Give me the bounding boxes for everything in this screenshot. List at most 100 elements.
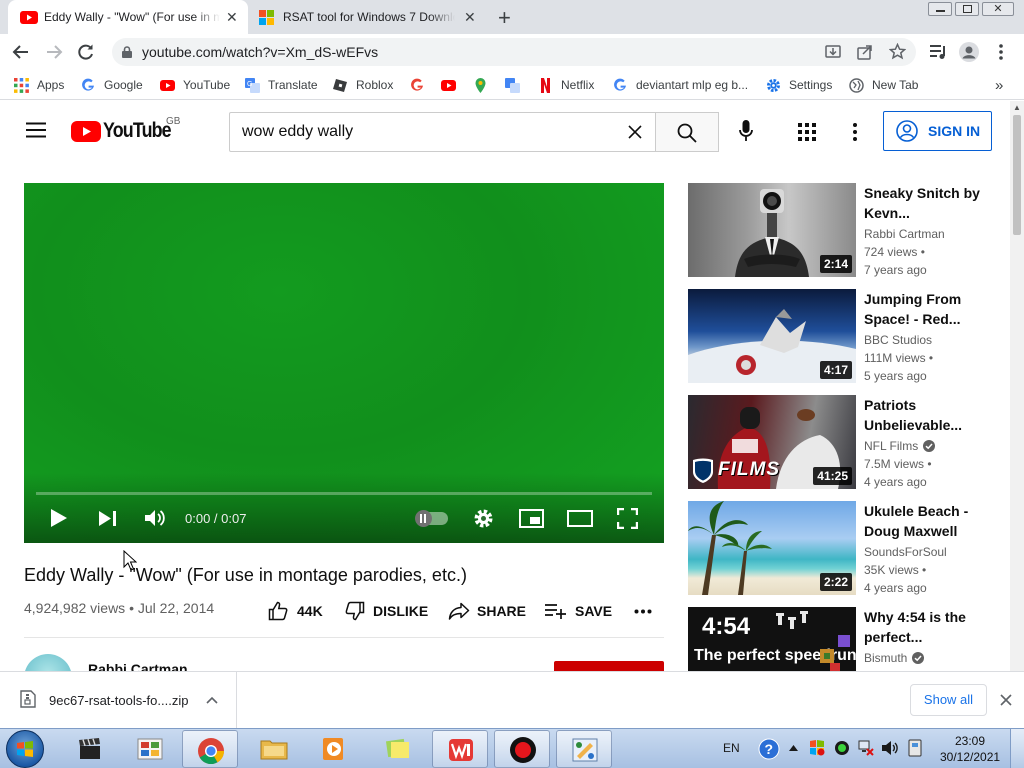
microphone-icon[interactable] — [739, 120, 753, 142]
speaker-icon[interactable] — [881, 740, 899, 756]
start-button[interactable] — [6, 730, 44, 768]
channel-name[interactable]: SoundsForSoul — [864, 545, 947, 559]
related-video[interactable]: FILMS 41:25 Patriots Unbelievable... NFL… — [688, 395, 1008, 491]
network-icon[interactable] — [858, 740, 874, 756]
tab-rsat[interactable]: RSAT tool for Windows 7 Download ✕ — [250, 0, 490, 34]
settings-gear-icon[interactable] — [473, 508, 494, 529]
related-video[interactable]: 4:54 The perfect speedrun Why 4:54 is th… — [688, 607, 1008, 671]
restore-button[interactable] — [955, 2, 979, 16]
progress-bar[interactable] — [36, 492, 652, 495]
play-icon[interactable] — [50, 508, 68, 528]
video-thumbnail[interactable]: 2:14 — [688, 183, 856, 277]
clock-time[interactable]: 23:09 — [955, 734, 985, 748]
channel-name[interactable]: NFL Films — [864, 439, 918, 453]
show-all-button[interactable]: Show all — [910, 684, 987, 716]
bookmark-google-2[interactable] — [410, 77, 433, 93]
search-input[interactable]: wow eddy wally — [229, 112, 656, 152]
theater-mode-icon[interactable] — [567, 510, 593, 527]
bookmark-apps[interactable]: Apps — [14, 77, 64, 93]
volume-icon[interactable] — [144, 509, 166, 527]
install-app-icon[interactable] — [825, 44, 841, 60]
close-download-bar-icon[interactable] — [1000, 694, 1012, 706]
bookmark-youtube-2[interactable] — [441, 77, 464, 93]
scrollbar-thumb[interactable] — [1013, 115, 1021, 235]
download-item[interactable]: 9ec67-rsat-tools-fo....zip — [0, 672, 237, 728]
channel-name[interactable]: Bismuth — [864, 651, 907, 665]
tray-expand-icon[interactable] — [789, 745, 798, 751]
next-video-icon[interactable] — [98, 510, 118, 527]
related-video[interactable]: 2:14 Sneaky Snitch by Kevn... Rabbi Cart… — [688, 183, 1008, 279]
video-player[interactable]: 0:00 / 0:07 — [24, 183, 664, 543]
miniplayer-icon[interactable] — [519, 509, 544, 528]
apps-icon[interactable] — [798, 123, 816, 141]
fullscreen-icon[interactable] — [617, 508, 638, 529]
bookmark-youtube[interactable]: YouTube — [160, 77, 230, 93]
taskbar-explorer[interactable] — [246, 730, 302, 768]
safely-remove-icon[interactable] — [906, 739, 924, 757]
search-button[interactable] — [655, 112, 719, 152]
bookmark-new-tab[interactable]: New Tab — [849, 77, 918, 93]
chrome-menu-icon[interactable] — [998, 44, 1004, 60]
taskbar-paint[interactable] — [556, 730, 612, 768]
hamburger-menu-icon[interactable] — [26, 122, 46, 138]
clear-search-icon[interactable] — [628, 125, 642, 139]
taskbar-wps-office[interactable] — [432, 730, 488, 768]
share-page-icon[interactable] — [857, 44, 873, 60]
taskbar-recorder[interactable] — [494, 730, 550, 768]
video-thumbnail[interactable]: FILMS 41:25 — [688, 395, 856, 489]
bookmark-netflix[interactable]: Netflix — [538, 77, 594, 93]
video-title[interactable]: Why 4:54 is the perfect... — [864, 607, 984, 647]
video-title[interactable]: Ukulele Beach - Doug Maxwell — [864, 501, 984, 541]
chevron-up-icon[interactable] — [206, 696, 218, 704]
bookmark-star-icon[interactable] — [889, 43, 906, 60]
media-controls-icon[interactable] — [929, 44, 947, 60]
help-icon[interactable]: ? — [758, 738, 780, 760]
more-actions-icon[interactable] — [634, 609, 652, 614]
save-button[interactable]: SAVE — [545, 600, 612, 622]
clock-date[interactable]: 30/12/2021 — [940, 750, 1000, 764]
forward-icon[interactable] — [45, 43, 63, 61]
bookmark-deviantart[interactable]: deviantart mlp eg b... — [613, 77, 748, 93]
address-bar[interactable]: youtube.com/watch?v=Xm_dS-wEFvs — [112, 38, 916, 66]
bookmark-maps[interactable] — [473, 77, 496, 93]
bookmarks-overflow[interactable]: » — [995, 77, 1003, 94]
bookmark-google[interactable]: Google — [81, 77, 143, 93]
sign-in-button[interactable]: SIGN IN — [883, 111, 992, 151]
show-desktop-button[interactable] — [1010, 729, 1024, 768]
close-tab-icon[interactable]: ✕ — [226, 9, 238, 26]
share-button[interactable]: SHARE — [448, 600, 526, 622]
scroll-up-icon[interactable]: ▲ — [1013, 103, 1021, 112]
close-tab-icon[interactable]: ✕ — [464, 9, 476, 26]
bookmark-translate[interactable]: G Translate — [245, 77, 318, 93]
like-button[interactable]: 44K — [268, 600, 323, 622]
page-scrollbar[interactable]: ▲ — [1010, 101, 1024, 671]
status-circle-icon[interactable] — [834, 740, 850, 756]
reload-icon[interactable] — [77, 43, 95, 61]
taskbar-chrome[interactable] — [182, 730, 238, 768]
channel-name[interactable]: BBC Studios — [864, 333, 932, 347]
video-title[interactable]: Patriots Unbelievable... — [864, 395, 984, 435]
bookmark-translate-2[interactable] — [505, 77, 528, 93]
new-tab-icon[interactable]: + — [498, 5, 511, 31]
autoplay-toggle[interactable] — [415, 510, 448, 527]
close-window-button[interactable]: ✕ — [982, 2, 1014, 16]
minimize-button[interactable] — [928, 2, 952, 16]
video-title[interactable]: Jumping From Space! - Red... — [864, 289, 984, 329]
video-thumbnail[interactable]: 4:17 — [688, 289, 856, 383]
action-center-flag-icon[interactable] — [809, 740, 825, 756]
video-title[interactable]: Sneaky Snitch by Kevn... — [864, 183, 984, 223]
profile-icon[interactable] — [959, 42, 979, 62]
lock-icon[interactable] — [122, 46, 132, 58]
back-icon[interactable] — [12, 43, 30, 61]
bookmark-settings[interactable]: Settings — [766, 77, 832, 93]
video-thumbnail[interactable]: 4:54 The perfect speedrun — [688, 607, 856, 671]
related-video[interactable]: 4:17 Jumping From Space! - Red... BBC St… — [688, 289, 1008, 385]
taskbar-movie-maker[interactable] — [62, 730, 118, 768]
settings-more-icon[interactable] — [852, 123, 858, 141]
taskbar-media-player[interactable] — [306, 730, 362, 768]
taskbar-control-panel[interactable] — [122, 730, 178, 768]
related-video[interactable]: 2:22 Ukulele Beach - Doug Maxwell Sounds… — [688, 501, 1008, 597]
video-thumbnail[interactable]: 2:22 — [688, 501, 856, 595]
dislike-button[interactable]: DISLIKE — [345, 600, 428, 622]
tab-active[interactable]: Eddy Wally - "Wow" (For use in montage p… — [8, 0, 248, 34]
